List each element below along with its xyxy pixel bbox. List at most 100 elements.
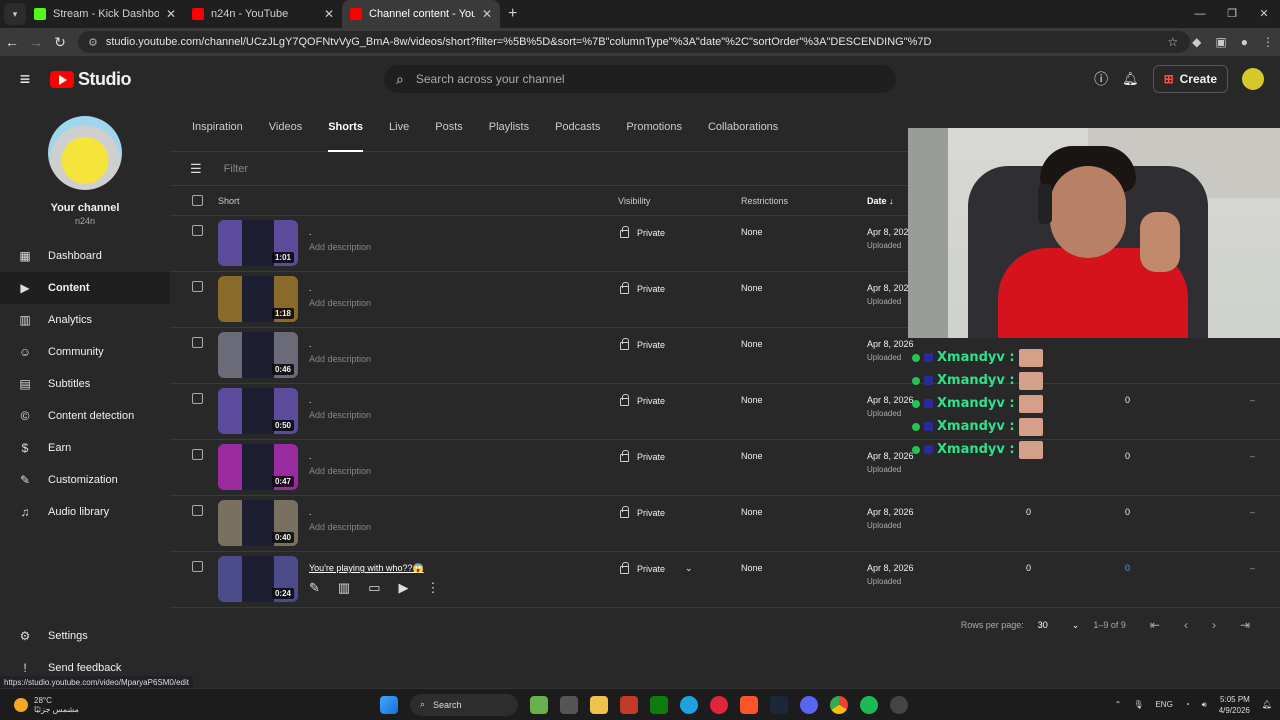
tab-promotions[interactable]: Promotions — [626, 102, 682, 152]
prev-page-icon[interactable]: ‹ — [1184, 618, 1188, 632]
row-checkbox[interactable] — [192, 505, 203, 516]
video-thumbnail[interactable]: 1:18 — [218, 276, 298, 322]
create-button[interactable]: ⊞ Create — [1152, 65, 1228, 93]
forward-arrow-icon[interactable]: → — [24, 34, 48, 50]
notifications-bell-icon[interactable]: 🔔︎ — [1122, 71, 1139, 87]
browser-tab-youtube[interactable]: n24n - YouTube ✕ — [184, 0, 342, 28]
tab-inspiration[interactable]: Inspiration — [192, 102, 243, 152]
app-icon[interactable] — [620, 695, 638, 714]
sidebar-item-analytics[interactable]: ▥ Analytics — [0, 304, 170, 336]
spotify-icon[interactable] — [860, 695, 878, 714]
sidebar-item-content-detection[interactable]: © Content detection — [0, 400, 170, 432]
extensions-puzzle-icon[interactable]: ▣ — [1215, 35, 1226, 49]
bookmark-star-icon[interactable]: ☆ — [1167, 35, 1178, 49]
chevron-down-icon[interactable]: ⌄ — [685, 563, 693, 574]
reload-icon[interactable]: ↻ — [48, 34, 72, 51]
sidebar-item-earn[interactable]: $ Earn — [0, 432, 170, 464]
back-arrow-icon[interactable]: ← — [0, 34, 24, 50]
sidebar-item-settings[interactable]: ⚙ Settings — [0, 620, 170, 652]
add-description[interactable]: Add description — [309, 298, 371, 308]
extension-icon[interactable]: ◆ — [1192, 35, 1201, 49]
edge-icon[interactable] — [680, 695, 698, 714]
discord-icon[interactable] — [800, 695, 818, 714]
edit-pencil-icon[interactable]: ✎ — [309, 580, 320, 596]
tab-posts[interactable]: Posts — [435, 102, 463, 152]
hamburger-menu-icon[interactable]: ≡ — [0, 69, 50, 90]
comments-icon[interactable]: ▭ — [368, 580, 380, 596]
tab-live[interactable]: Live — [389, 102, 409, 152]
video-thumbnail[interactable]: 1:01 — [218, 220, 298, 266]
browser-tab-kick[interactable]: Stream - Kick Dashboard ✕ — [26, 0, 184, 28]
select-all-checkbox[interactable] — [192, 195, 203, 206]
add-description[interactable]: Add description — [309, 242, 371, 252]
youtube-play-icon[interactable]: ▶ — [399, 580, 409, 596]
col-date[interactable]: Date ↓ — [867, 196, 894, 206]
minimize-icon[interactable]: — — [1184, 0, 1216, 28]
sidebar-item-audio-library[interactable]: ♫ Audio library — [0, 496, 170, 528]
table-row[interactable]: 0:47 . Add description Private None Apr … — [170, 440, 1280, 496]
col-visibility[interactable]: Visibility — [618, 196, 650, 206]
opera-icon[interactable] — [710, 695, 728, 714]
add-description[interactable]: Add description — [309, 354, 371, 364]
more-menu-icon[interactable]: ⋮ — [1262, 35, 1274, 49]
new-tab-plus-icon[interactable]: + — [508, 5, 517, 23]
studio-logo[interactable]: Studio — [50, 69, 132, 90]
row-checkbox[interactable] — [192, 561, 203, 572]
video-thumbnail[interactable]: 0:40 — [218, 500, 298, 546]
sidebar-item-community[interactable]: ☺ Community — [0, 336, 170, 368]
filter-icon[interactable]: ☰ — [190, 161, 202, 177]
video-title[interactable]: . — [309, 395, 312, 405]
row-checkbox[interactable] — [192, 281, 203, 292]
video-title[interactable]: . — [309, 283, 312, 293]
video-title[interactable]: . — [309, 507, 312, 517]
analytics-icon[interactable]: ▥ — [338, 580, 350, 596]
steam-icon[interactable] — [770, 695, 788, 714]
sidebar-item-dashboard[interactable]: ▦ Dashboard — [0, 240, 170, 272]
app-icon[interactable] — [890, 695, 908, 714]
xbox-icon[interactable] — [650, 695, 668, 714]
last-page-icon[interactable]: ⇥ — [1240, 618, 1250, 632]
add-description[interactable]: Add description — [309, 522, 371, 532]
file-explorer-icon[interactable] — [590, 695, 608, 714]
next-page-icon[interactable]: › — [1212, 618, 1216, 632]
table-row[interactable]: 0:24 You're playing with who??😱 ✎ ▥ ▭ ▶ … — [170, 552, 1280, 608]
profile-icon[interactable]: ● — [1241, 35, 1248, 49]
channel-avatar[interactable] — [48, 116, 122, 190]
help-icon[interactable]: ⓘ — [1094, 69, 1108, 89]
more-vert-icon[interactable]: ⋮ — [427, 580, 440, 596]
video-title[interactable]: . — [309, 451, 312, 461]
close-icon[interactable]: ✕ — [324, 7, 334, 21]
maximize-icon[interactable]: ❐ — [1216, 0, 1248, 28]
first-page-icon[interactable]: ⇤ — [1150, 618, 1160, 632]
sidebar-item-subtitles[interactable]: ▤ Subtitles — [0, 368, 170, 400]
tab-playlists[interactable]: Playlists — [489, 102, 529, 152]
table-row[interactable]: 0:40 . Add description Private None Apr … — [170, 496, 1280, 552]
video-thumbnail[interactable]: 0:47 — [218, 444, 298, 490]
account-avatar[interactable] — [1242, 68, 1264, 90]
col-restrictions[interactable]: Restrictions — [741, 196, 788, 206]
language-indicator[interactable]: ENG — [1155, 700, 1172, 709]
brave-icon[interactable] — [740, 695, 758, 714]
add-description[interactable]: Add description — [309, 410, 371, 420]
row-checkbox[interactable] — [192, 337, 203, 348]
table-row[interactable]: 0:50 . Add description Private None Apr … — [170, 384, 1280, 440]
row-checkbox[interactable] — [192, 225, 203, 236]
add-description[interactable]: Add description — [309, 466, 371, 476]
video-title[interactable]: You're playing with who??😱 — [309, 563, 424, 574]
windows-start-icon[interactable] — [380, 695, 398, 714]
video-thumbnail[interactable]: 0:50 — [218, 388, 298, 434]
row-checkbox[interactable] — [192, 393, 203, 404]
search-input[interactable]: ⌕ Search across your channel — [384, 65, 896, 93]
tray-chevron-icon[interactable]: ⌃ — [1115, 700, 1122, 709]
microphone-icon[interactable]: 🎙︎ — [1133, 700, 1143, 709]
wifi-icon[interactable]: ◔ — [1185, 700, 1190, 709]
tab-search-button[interactable]: ▾ — [4, 3, 26, 25]
close-icon[interactable]: ✕ — [482, 7, 492, 21]
tab-podcasts[interactable]: Podcasts — [555, 102, 600, 152]
notification-bell-icon[interactable]: 🔔︎ — [1262, 700, 1272, 709]
tab-shorts[interactable]: Shorts — [328, 102, 363, 152]
tab-collaborations[interactable]: Collaborations — [708, 102, 778, 152]
row-checkbox[interactable] — [192, 449, 203, 460]
taskbar-search[interactable]: ⌕ Search — [410, 693, 518, 716]
sidebar-item-customization[interactable]: ✎ Customization — [0, 464, 170, 496]
